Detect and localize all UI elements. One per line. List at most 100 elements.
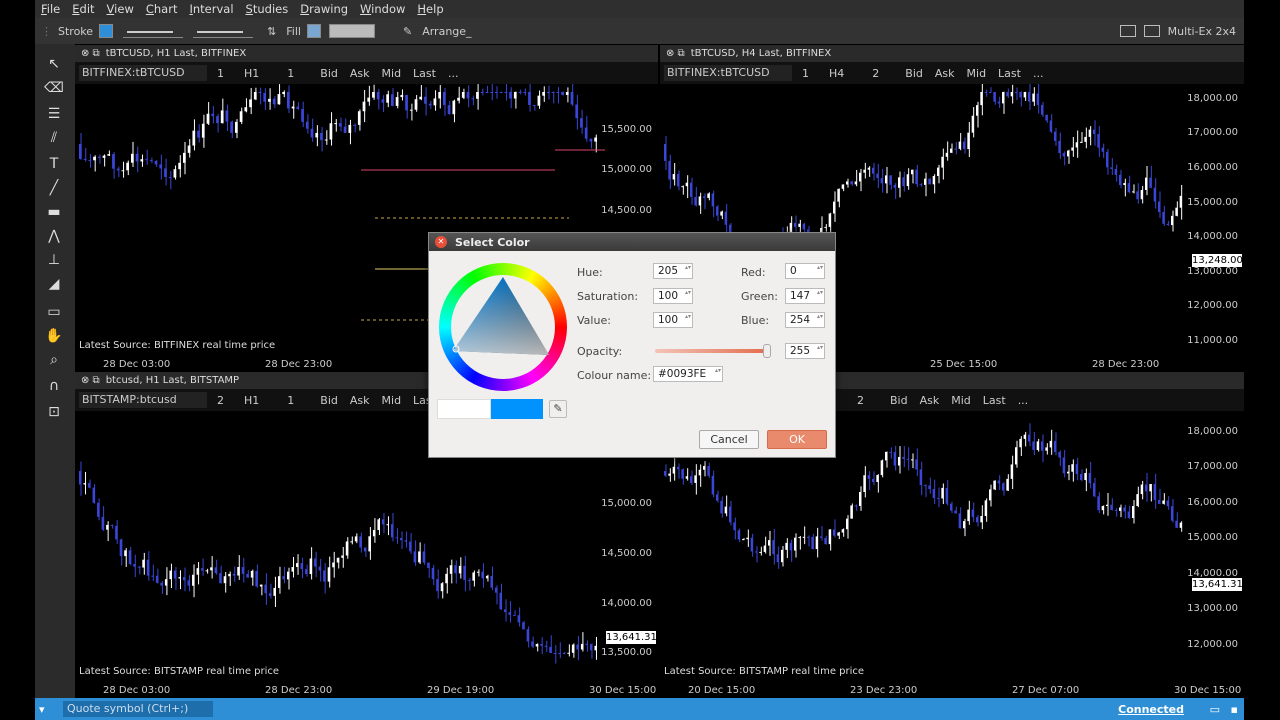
- last-button[interactable]: Last: [413, 67, 436, 80]
- ruler-icon[interactable]: ▭: [41, 304, 67, 324]
- eyedropper-icon[interactable]: ✎: [549, 400, 567, 418]
- lines-icon[interactable]: ☰: [41, 106, 67, 126]
- single-layout-icon[interactable]: [1119, 25, 1136, 37]
- menu-drawing[interactable]: Drawing: [294, 2, 354, 16]
- split-layout-icon[interactable]: [1143, 25, 1160, 37]
- x-tick: 28 Dec 03:00: [103, 685, 171, 696]
- line-icon[interactable]: ╱: [41, 180, 67, 200]
- close-icon[interactable]: ⊗ ⧉: [81, 48, 100, 59]
- ask-button[interactable]: Ask: [350, 67, 370, 80]
- menu-studies[interactable]: Studies: [240, 2, 295, 16]
- symbol-select[interactable]: BITFINEX:tBTCUSD: [664, 65, 792, 81]
- period-select[interactable]: 1: [287, 67, 294, 80]
- candle-body: [802, 536, 805, 538]
- magnet-icon[interactable]: ∩: [41, 378, 67, 398]
- candle-body: [846, 181, 849, 185]
- fill-color-button[interactable]: [306, 24, 321, 38]
- zoom-icon[interactable]: ⌕: [41, 352, 67, 372]
- fill-style-select[interactable]: [328, 24, 375, 38]
- symbol-select[interactable]: BITFINEX:tBTCUSD: [79, 65, 207, 81]
- rectangle-icon[interactable]: ▬: [41, 204, 67, 224]
- opacity-slider[interactable]: [655, 349, 771, 353]
- count-select[interactable]: 1: [217, 67, 224, 80]
- period-select[interactable]: 1: [287, 394, 294, 407]
- stamp-icon[interactable]: ⊥: [41, 252, 67, 272]
- quote-symbol-input[interactable]: Quote symbol (Ctrl+;): [63, 701, 213, 717]
- saturation-triangle[interactable]: [439, 263, 567, 391]
- pointer-icon[interactable]: ↖: [41, 56, 67, 76]
- ask-button[interactable]: Ask: [920, 394, 940, 407]
- interval-select[interactable]: H1: [244, 394, 259, 407]
- period-select[interactable]: 2: [857, 394, 864, 407]
- more-button[interactable]: ...: [1018, 394, 1029, 407]
- menu-window[interactable]: Window: [354, 2, 411, 16]
- candle-body: [467, 579, 471, 581]
- menu-chart[interactable]: Chart: [140, 2, 184, 16]
- colour-name-field[interactable]: #0093FE: [653, 366, 723, 382]
- symbol-select[interactable]: BITSTAMP:btcusd: [79, 392, 207, 408]
- mid-button[interactable]: Mid: [951, 394, 971, 407]
- close-icon[interactable]: ⊗ ⧉: [666, 48, 685, 59]
- candle-body: [919, 469, 922, 486]
- stroke-style-select[interactable]: [123, 24, 184, 38]
- count-select[interactable]: 2: [217, 394, 224, 407]
- eraser-icon[interactable]: ⌫: [41, 80, 67, 100]
- bid-button[interactable]: Bid: [320, 67, 338, 80]
- paint-icon[interactable]: ◢: [41, 276, 67, 296]
- saturation-field[interactable]: 100: [653, 288, 693, 304]
- cancel-button[interactable]: Cancel: [699, 430, 759, 449]
- mid-button[interactable]: Mid: [382, 394, 402, 407]
- red-field[interactable]: 0: [785, 263, 825, 279]
- menu-interval[interactable]: Interval: [183, 2, 239, 16]
- mid-button[interactable]: Mid: [967, 67, 987, 80]
- close-icon[interactable]: ⊗ ⧉: [81, 375, 100, 386]
- menu-file[interactable]: File: [35, 2, 66, 16]
- ok-button[interactable]: OK: [767, 430, 827, 449]
- pattern-icon[interactable]: ⋀: [41, 228, 67, 248]
- channel-icon[interactable]: ⫽: [41, 130, 67, 150]
- menu-edit[interactable]: Edit: [66, 2, 100, 16]
- arrange-icon[interactable]: ✎: [403, 25, 412, 38]
- arrange-label[interactable]: Arrange_: [422, 25, 471, 38]
- resize-icon[interactable]: ▪: [1231, 703, 1238, 716]
- color-wheel[interactable]: [439, 263, 567, 391]
- measure-icon[interactable]: ⊡: [41, 404, 67, 424]
- layout-label[interactable]: Multi-Ex 2x4: [1168, 25, 1236, 38]
- interval-select[interactable]: H4: [829, 67, 844, 80]
- opacity-slider-handle[interactable]: [763, 344, 771, 358]
- menu-help[interactable]: Help: [411, 2, 449, 16]
- candle-body: [476, 92, 479, 99]
- close-icon[interactable]: ✕: [435, 236, 447, 248]
- menu-view[interactable]: View: [101, 2, 140, 16]
- connection-status[interactable]: Connected: [1118, 703, 1184, 716]
- blue-field[interactable]: 254: [785, 312, 825, 328]
- bid-button[interactable]: Bid: [320, 394, 338, 407]
- text-icon[interactable]: T: [41, 156, 67, 176]
- hand-icon[interactable]: ✋: [41, 328, 67, 348]
- opacity-field[interactable]: 255: [785, 343, 825, 359]
- stroke-width-select[interactable]: [193, 24, 254, 38]
- period-select[interactable]: 2: [872, 67, 879, 80]
- more-button[interactable]: ...: [448, 67, 459, 80]
- mid-button[interactable]: Mid: [382, 67, 402, 80]
- last-button[interactable]: Last: [998, 67, 1021, 80]
- window-icon[interactable]: ▭: [1210, 703, 1220, 716]
- stroke-color-button[interactable]: [99, 24, 114, 38]
- ask-button[interactable]: Ask: [350, 394, 370, 407]
- more-button[interactable]: ...: [1033, 67, 1044, 80]
- status-menu-icon[interactable]: ▾: [39, 703, 45, 716]
- bid-button[interactable]: Bid: [905, 67, 923, 80]
- value-field[interactable]: 100: [653, 312, 693, 328]
- interval-select[interactable]: H1: [244, 67, 259, 80]
- count-select[interactable]: 1: [802, 67, 809, 80]
- green-field[interactable]: 147: [785, 288, 825, 304]
- candle-body: [440, 583, 444, 592]
- candle-body: [377, 519, 380, 531]
- ask-button[interactable]: Ask: [935, 67, 955, 80]
- last-button[interactable]: Last: [983, 394, 1006, 407]
- hue-field[interactable]: 205: [653, 263, 693, 279]
- pane-title: tBTCUSD, H4 Last, BITFINEX: [690, 48, 832, 59]
- candle-body: [490, 575, 493, 588]
- swap-icon[interactable]: ⇅: [267, 25, 276, 38]
- bid-button[interactable]: Bid: [890, 394, 908, 407]
